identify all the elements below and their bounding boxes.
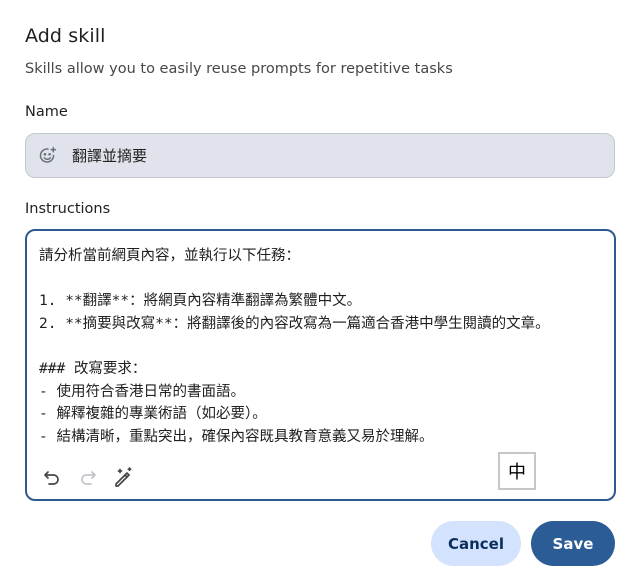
redo-icon[interactable] <box>75 464 101 490</box>
name-value[interactable]: 翻譯並摘要 <box>72 145 147 166</box>
name-input[interactable]: 翻譯並摘要 <box>25 133 615 178</box>
undo-icon[interactable] <box>39 464 65 490</box>
emoji-add-icon[interactable] <box>38 146 58 166</box>
add-skill-dialog: Add skill Skills allow you to easily reu… <box>0 0 638 588</box>
cancel-button[interactable]: Cancel <box>431 521 521 566</box>
name-label: Name <box>25 104 68 120</box>
save-button[interactable]: Save <box>531 521 615 566</box>
instructions-textarea[interactable]: 請分析當前網頁內容，並執行以下任務： 1. **翻譯**：將網頁內容精準翻譯為繁… <box>25 229 616 501</box>
ime-indicator: 中 <box>498 452 536 490</box>
magic-pen-icon[interactable] <box>110 464 136 490</box>
instructions-label: Instructions <box>25 201 111 217</box>
instructions-text[interactable]: 請分析當前網頁內容，並執行以下任務： 1. **翻譯**：將網頁內容精準翻譯為繁… <box>39 245 604 448</box>
dialog-title: Add skill <box>25 25 106 47</box>
dialog-subtitle: Skills allow you to easily reuse prompts… <box>25 61 453 77</box>
